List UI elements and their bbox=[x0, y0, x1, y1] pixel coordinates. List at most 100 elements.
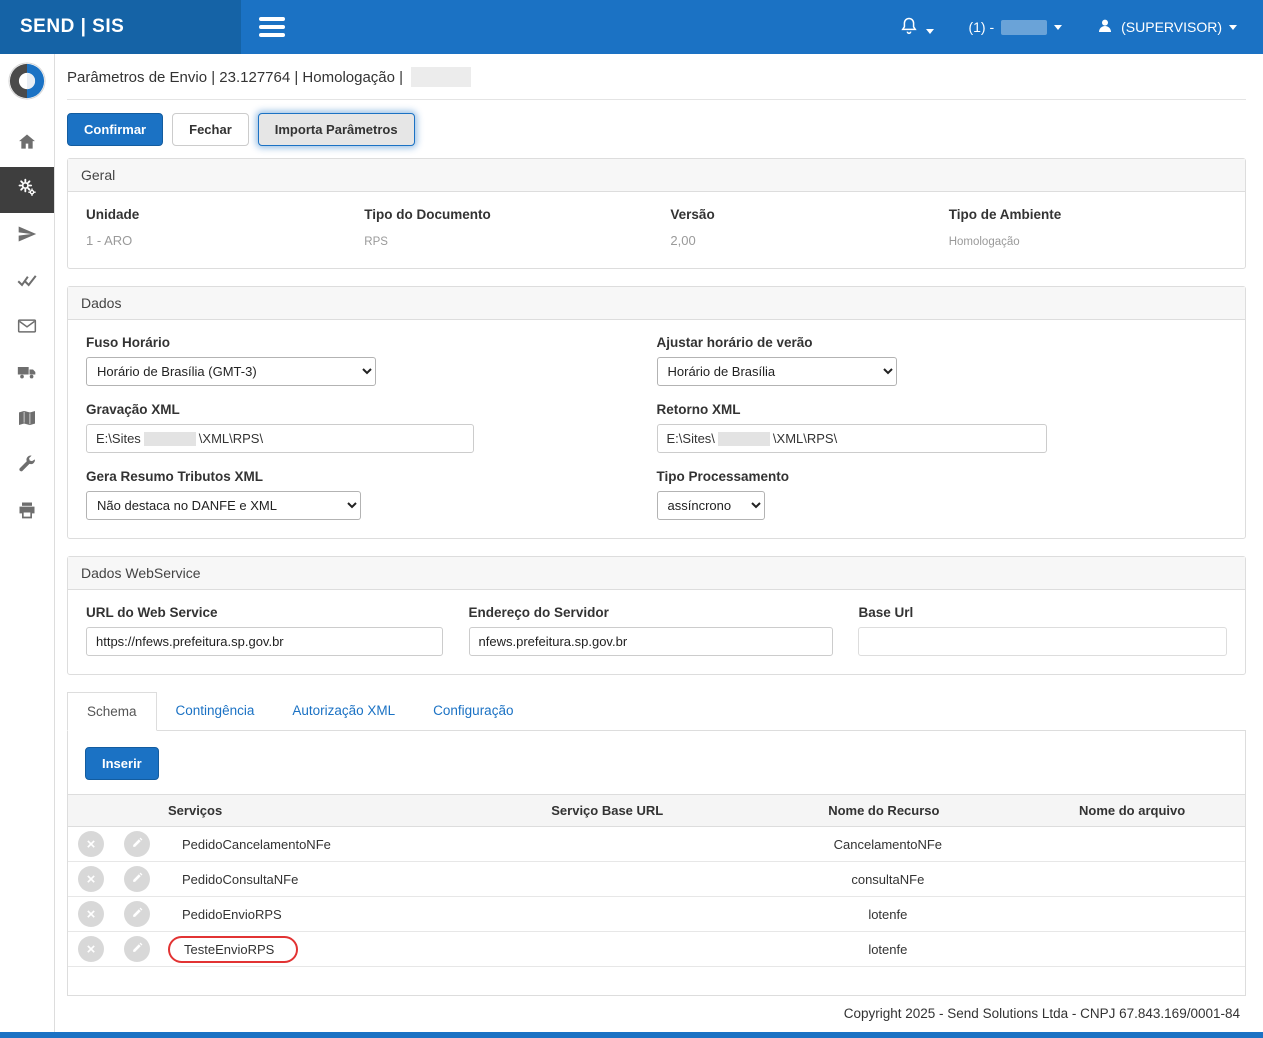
paper-plane-icon bbox=[17, 224, 37, 249]
x-icon: × bbox=[87, 906, 96, 923]
recurso-value: CancelamentoNFe bbox=[826, 837, 942, 852]
tab-contingencia[interactable]: Contingência bbox=[157, 692, 274, 730]
redacted-title-text bbox=[411, 67, 471, 87]
field-versao-value: 2,00 bbox=[670, 233, 695, 248]
horario-verao-label: Ajustar horário de verão bbox=[657, 335, 1228, 350]
panel-geral: Geral Unidade 1 - ARO Tipo do Documento … bbox=[67, 158, 1246, 269]
sidebar-item-send[interactable] bbox=[0, 213, 54, 259]
top-navbar: SEND | SIS (1) - bbox=[0, 0, 1263, 54]
horario-verao-select[interactable]: Horário de Brasília bbox=[657, 357, 897, 386]
endereco-servidor-label: Endereço do Servidor bbox=[469, 605, 845, 620]
arquivo-value bbox=[1019, 827, 1245, 862]
app-logo bbox=[8, 62, 46, 105]
notifications-button[interactable] bbox=[899, 16, 934, 39]
topbar-right-cluster: (1) - (SUPERVISOR) bbox=[899, 16, 1263, 39]
user-icon bbox=[1096, 17, 1114, 38]
tab-autorizacao-xml[interactable]: Autorização XML bbox=[273, 692, 414, 730]
field-tipo-ambiente-value: Homologação bbox=[949, 236, 1020, 248]
base-url-input[interactable] bbox=[858, 627, 1227, 656]
base-url-value bbox=[466, 862, 748, 897]
table-row: × PedidoEnvioRPS lotenfe bbox=[68, 897, 1245, 932]
sidebar-item-home[interactable] bbox=[0, 121, 54, 167]
retorno-xml-group: Retorno XML E:\Sites\ \XML\RPS\ bbox=[657, 402, 1228, 453]
delete-row-button[interactable]: × bbox=[78, 831, 104, 857]
wrench-icon bbox=[17, 454, 37, 479]
home-icon bbox=[17, 132, 37, 157]
edit-row-button[interactable] bbox=[124, 831, 150, 857]
fuso-horario-group: Fuso Horário Horário de Brasília (GMT-3) bbox=[86, 335, 657, 386]
panel-dados-title: Dados bbox=[68, 287, 1245, 320]
endereco-servidor-group: Endereço do Servidor bbox=[469, 605, 845, 656]
import-parameters-button[interactable]: Importa Parâmetros bbox=[258, 113, 415, 146]
company-selector[interactable]: (1) - bbox=[968, 19, 1062, 35]
sidebar-item-print[interactable] bbox=[0, 489, 54, 535]
edit-row-button[interactable] bbox=[124, 901, 150, 927]
tipo-processamento-select[interactable]: assíncrono bbox=[657, 491, 765, 520]
col-servico-base-url: Serviço Base URL bbox=[466, 795, 748, 827]
page-title: Parâmetros de Envio | 23.127764 | Homolo… bbox=[67, 69, 403, 86]
sidebar-item-settings[interactable] bbox=[0, 167, 54, 213]
recurso-value: lotenfe bbox=[860, 942, 907, 957]
field-tipo-documento-label: Tipo do Documento bbox=[364, 207, 670, 222]
fuso-horario-select[interactable]: Horário de Brasília (GMT-3) bbox=[86, 357, 376, 386]
caret-down-icon bbox=[1229, 25, 1237, 30]
sidebar-item-tools[interactable] bbox=[0, 443, 54, 489]
field-tipo-documento-value: RPS bbox=[364, 236, 388, 248]
field-unidade-label: Unidade bbox=[86, 207, 364, 222]
gravacao-xml-label: Gravação XML bbox=[86, 402, 657, 417]
gravacao-xml-input[interactable]: E:\Sites \XML\RPS\ bbox=[86, 424, 474, 453]
base-url-value bbox=[466, 827, 748, 862]
table-row-highlighted: × TesteEnvioRPS lotenfe bbox=[68, 932, 1245, 967]
panel-webservice-title: Dados WebService bbox=[68, 557, 1245, 590]
sidebar-item-transport[interactable] bbox=[0, 351, 54, 397]
tab-schema[interactable]: Schema bbox=[67, 692, 157, 731]
url-webservice-input[interactable] bbox=[86, 627, 443, 656]
field-tipo-ambiente: Tipo de Ambiente Homologação bbox=[949, 207, 1227, 250]
arquivo-value bbox=[1019, 862, 1245, 897]
delete-row-button[interactable]: × bbox=[78, 936, 104, 962]
field-tipo-documento: Tipo do Documento RPS bbox=[364, 207, 670, 250]
retorno-xml-input[interactable]: E:\Sites\ \XML\RPS\ bbox=[657, 424, 1047, 453]
gears-icon bbox=[17, 178, 37, 203]
resumo-tributos-select[interactable]: Não destaca no DANFE e XML bbox=[86, 491, 361, 520]
edit-row-button[interactable] bbox=[124, 936, 150, 962]
edit-row-button[interactable] bbox=[124, 866, 150, 892]
arquivo-value bbox=[1019, 932, 1245, 967]
field-unidade: Unidade 1 - ARO bbox=[86, 207, 364, 250]
user-name: (SUPERVISOR) bbox=[1121, 19, 1222, 35]
servico-value: PedidoCancelamentoNFe bbox=[168, 837, 331, 852]
caret-down-icon bbox=[1054, 25, 1062, 30]
delete-row-button[interactable]: × bbox=[78, 866, 104, 892]
pencil-icon bbox=[131, 906, 144, 923]
copyright-footer: Copyright 2025 - Send Solutions Ltda - C… bbox=[67, 996, 1246, 1032]
field-tipo-ambiente-label: Tipo de Ambiente bbox=[949, 207, 1227, 222]
endereco-servidor-input[interactable] bbox=[469, 627, 834, 656]
gravacao-xml-group: Gravação XML E:\Sites \XML\RPS\ bbox=[86, 402, 657, 453]
x-icon: × bbox=[87, 871, 96, 888]
envelope-icon bbox=[17, 316, 37, 341]
url-webservice-label: URL do Web Service bbox=[86, 605, 455, 620]
user-menu[interactable]: (SUPERVISOR) bbox=[1096, 17, 1237, 38]
sidebar bbox=[0, 54, 55, 1032]
double-check-icon bbox=[17, 270, 37, 295]
sidebar-item-validation[interactable] bbox=[0, 259, 54, 305]
retorno-xml-label: Retorno XML bbox=[657, 402, 1228, 417]
recurso-value: consultaNFe bbox=[843, 872, 924, 887]
sidebar-item-mail[interactable] bbox=[0, 305, 54, 351]
close-button[interactable]: Fechar bbox=[172, 113, 249, 146]
confirm-button[interactable]: Confirmar bbox=[67, 113, 163, 146]
hamburger-menu-icon[interactable] bbox=[259, 17, 285, 37]
truck-icon bbox=[17, 362, 37, 387]
delete-row-button[interactable]: × bbox=[78, 901, 104, 927]
tab-configuracao[interactable]: Configuração bbox=[414, 692, 532, 730]
pencil-icon bbox=[131, 836, 144, 853]
servico-value-highlighted: TesteEnvioRPS bbox=[168, 936, 298, 963]
insert-button[interactable]: Inserir bbox=[85, 747, 159, 780]
base-url-value bbox=[466, 932, 748, 967]
sidebar-item-map[interactable] bbox=[0, 397, 54, 443]
tipo-processamento-group: Tipo Processamento assíncrono bbox=[657, 469, 1228, 520]
resumo-tributos-label: Gera Resumo Tributos XML bbox=[86, 469, 657, 484]
page-title-row: Parâmetros de Envio | 23.127764 | Homolo… bbox=[67, 54, 1246, 100]
edit-column-header bbox=[114, 795, 160, 827]
field-unidade-value: 1 - ARO bbox=[86, 233, 132, 248]
